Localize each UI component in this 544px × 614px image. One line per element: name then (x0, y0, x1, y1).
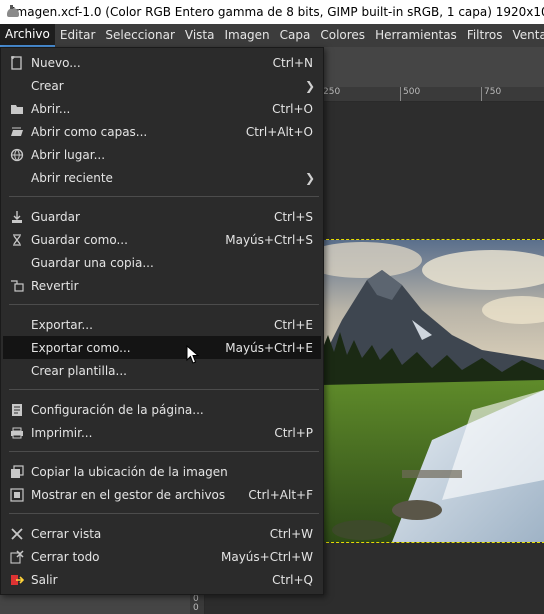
menu-item-label: Nuevo... (31, 55, 81, 70)
menu-item-salir[interactable]: Salir Ctrl+Q (3, 568, 321, 591)
menubar: Archivo Editar Seleccionar Vista Imagen … (0, 24, 544, 47)
menu-item-guardar-copia[interactable]: Guardar una copia... (3, 251, 321, 274)
menu-imagen[interactable]: Imagen (219, 24, 274, 47)
open-icon (9, 101, 25, 117)
menu-vista[interactable]: Vista (180, 24, 220, 47)
menu-item-label: Exportar... (31, 317, 93, 332)
menu-item-guardar[interactable]: Guardar Ctrl+S (3, 205, 321, 228)
menu-item-crear-plantilla[interactable]: Crear plantilla... (3, 359, 321, 382)
menu-item-abrir-como-capas[interactable]: Abrir como capas... Ctrl+Alt+O (3, 120, 321, 143)
mouse-pointer-icon (186, 345, 200, 364)
menu-item-exportar[interactable]: Exportar... Ctrl+E (3, 313, 321, 336)
copy-location-icon (9, 464, 25, 480)
menu-item-label: Configuración de la página... (31, 402, 204, 417)
menu-item-label: Cerrar todo (31, 549, 100, 564)
menu-item-crear[interactable]: Crear ❯ (3, 74, 321, 97)
menu-item-label: Guardar (31, 209, 80, 224)
save-as-icon (9, 232, 25, 248)
menu-item-guardar-como[interactable]: Guardar como... Mayús+Ctrl+S (3, 228, 321, 251)
menu-colores[interactable]: Colores (315, 24, 370, 47)
revert-icon (9, 278, 25, 294)
menu-item-label: Cerrar vista (31, 526, 102, 541)
print-icon (9, 425, 25, 441)
menu-item-shortcut: Ctrl+S (273, 209, 313, 224)
menu-separator (9, 304, 319, 305)
menu-item-shortcut: Mayús+Ctrl+E (225, 340, 313, 355)
menu-item-shortcut: Ctrl+Alt+F (248, 487, 313, 502)
menu-item-nuevo[interactable]: Nuevo... Ctrl+N (3, 51, 321, 74)
menu-item-label: Crear plantilla... (31, 363, 127, 378)
menu-item-abrir[interactable]: Abrir... Ctrl+O (3, 97, 321, 120)
menu-item-mostrar-gestor[interactable]: Mostrar en el gestor de archivos Ctrl+Al… (3, 483, 321, 506)
menu-item-revertir[interactable]: Revertir (3, 274, 321, 297)
window-titlebar: Imagen.xcf-1.0 (Color RGB Entero gamma d… (0, 0, 544, 24)
menu-item-abrir-lugar[interactable]: Abrir lugar... (3, 143, 321, 166)
menu-item-shortcut: Mayús+Ctrl+W (221, 549, 313, 564)
menu-archivo[interactable]: Archivo (0, 24, 55, 47)
menu-item-imprimir[interactable]: Imprimir... Ctrl+P (3, 421, 321, 444)
menu-item-label: Revertir (31, 278, 79, 293)
ruler-tick-750: 750 (481, 87, 501, 101)
file-manager-icon (9, 487, 25, 503)
menu-item-copiar-ubicacion[interactable]: Copiar la ubicación de la imagen (3, 460, 321, 483)
menu-item-shortcut: Ctrl+O (272, 101, 313, 116)
chevron-right-icon: ❯ (304, 170, 315, 185)
menu-item-label: Abrir reciente (31, 170, 113, 185)
menu-item-label: Abrir como capas... (31, 124, 148, 139)
menu-item-cerrar-todo[interactable]: Cerrar todo Mayús+Ctrl+W (3, 545, 321, 568)
menu-separator (9, 389, 319, 390)
ruler-tick-500: 500 (400, 87, 420, 101)
close-view-icon (9, 526, 25, 542)
menu-separator (9, 513, 319, 514)
menu-item-label: Mostrar en el gestor de archivos (31, 487, 226, 502)
menu-separator (9, 196, 319, 197)
menu-item-label: Guardar como... (31, 232, 128, 247)
menu-seleccionar[interactable]: Seleccionar (100, 24, 179, 47)
menu-item-label: Imprimir... (31, 425, 93, 440)
chevron-right-icon: ❯ (304, 78, 315, 93)
menu-item-abrir-reciente[interactable]: Abrir reciente ❯ (3, 166, 321, 189)
menu-editar[interactable]: Editar (55, 24, 101, 47)
menu-item-label: Abrir lugar... (31, 147, 106, 162)
menu-item-shortcut: Ctrl+W (269, 526, 313, 541)
menu-item-cerrar-vista[interactable]: Cerrar vista Ctrl+W (3, 522, 321, 545)
menu-filtros[interactable]: Filtros (462, 24, 508, 47)
menu-item-label: Salir (31, 572, 58, 587)
save-icon (9, 209, 25, 225)
open-location-icon (9, 147, 25, 163)
menu-item-shortcut: Ctrl+N (272, 55, 313, 70)
menu-item-exportar-como[interactable]: Exportar como... Mayús+Ctrl+E (3, 336, 321, 359)
ruler-tick-v1: 0 (193, 603, 199, 613)
image-photo[interactable] (321, 239, 544, 543)
quit-icon (9, 572, 25, 588)
menu-item-shortcut: Ctrl+Q (272, 572, 313, 587)
page-setup-icon (9, 402, 25, 418)
close-all-icon (9, 549, 25, 565)
menu-item-label: Abrir... (31, 101, 71, 116)
menu-item-shortcut: Ctrl+P (274, 425, 313, 440)
window-title: Imagen.xcf-1.0 (Color RGB Entero gamma d… (12, 5, 544, 19)
open-as-layers-icon (9, 124, 25, 140)
new-icon (9, 55, 25, 71)
menu-item-label: Crear (31, 78, 64, 93)
menu-herramientas[interactable]: Herramientas (370, 24, 462, 47)
menu-item-shortcut: Ctrl+E (274, 317, 313, 332)
menu-ventanas[interactable]: Ventanas (507, 24, 544, 47)
menu-item-shortcut: Mayús+Ctrl+S (225, 232, 313, 247)
menu-item-label: Copiar la ubicación de la imagen (31, 464, 228, 479)
menu-capa[interactable]: Capa (275, 24, 316, 47)
archivo-dropdown-menu: Nuevo... Ctrl+N Crear ❯ Abrir... Ctrl+O … (0, 47, 324, 595)
menu-item-shortcut: Ctrl+Alt+O (245, 124, 313, 139)
menu-separator (9, 451, 319, 452)
menu-item-label: Guardar una copia... (31, 255, 154, 270)
menu-item-configuracion-pagina[interactable]: Configuración de la página... (3, 398, 321, 421)
